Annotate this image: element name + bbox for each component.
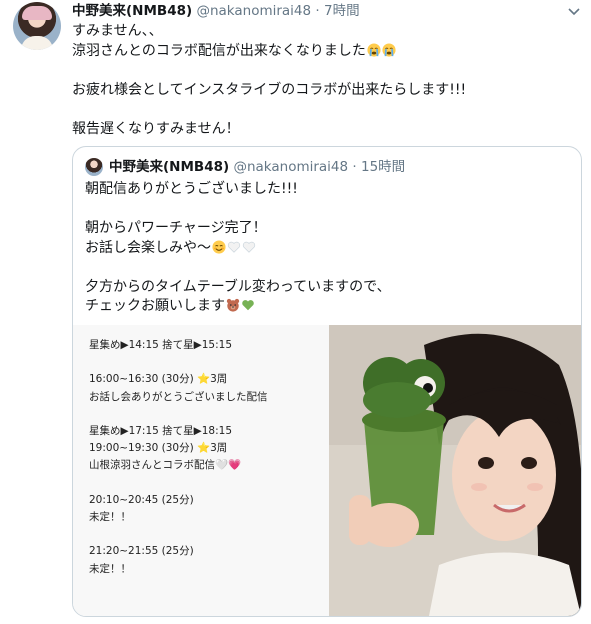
schedule-line: 21:20~21:55 (25分) xyxy=(89,545,194,558)
schedule-line xyxy=(89,526,325,543)
quoted-avatar xyxy=(85,158,103,176)
quoted-text: 朝配信ありがとうございました!!! 朝からパワーチャージ完了！ お話し会楽しみや… xyxy=(85,180,575,317)
avatar-shirt xyxy=(21,36,53,50)
quoted-line-text: お話し会楽しみや～ xyxy=(85,239,211,256)
quoted-line: お話し会楽しみや～ xyxy=(85,239,575,259)
schedule-line: お話し会ありがとうございました配信 xyxy=(89,390,268,403)
chevron-down-icon[interactable] xyxy=(566,3,582,19)
tweet-line xyxy=(72,100,572,120)
tweet-line: すみません、、 xyxy=(72,23,163,39)
loudly-crying-face-icon xyxy=(382,42,396,57)
selfie-photo-drawing xyxy=(329,325,581,616)
tweet: 中野美来(NMB48) @nakanomirai48 · 7時間 すみません、、… xyxy=(0,0,591,624)
tweet-line: 涼羽さんとのコラボ配信が出来なくなりました xyxy=(72,42,572,62)
schedule-line: 20:10~20:45 (25分) xyxy=(89,493,194,506)
tweet-line-text: 涼羽さんとのコラボ配信が出来なくなりました xyxy=(72,42,366,59)
quoted-time: 15時間 xyxy=(361,159,406,175)
green-heart-icon xyxy=(242,300,254,311)
schedule-text: 星集め▶14:15 捨て星▶15:15 16:00~16:30 (30分) ⭐3… xyxy=(89,337,325,578)
separator-dot: · xyxy=(352,159,357,175)
bear-face-icon xyxy=(226,298,240,312)
quoted-line: 朝からパワーチャージ完了！ xyxy=(85,220,267,236)
quoted-tweet[interactable]: 中野美来(NMB48) @nakanomirai48 · 15時間 朝配信ありが… xyxy=(72,146,582,617)
schedule-line xyxy=(89,354,325,371)
schedule-line: 未定！！ xyxy=(89,562,131,575)
schedule-line xyxy=(89,475,325,492)
tweet-header: 中野美来(NMB48) @nakanomirai48 · 7時間 xyxy=(72,2,360,20)
white-heart-icon xyxy=(227,241,241,253)
tweet-line xyxy=(72,61,572,81)
schedule-line: 16:00~16:30 (30分) ⭐3周 xyxy=(89,373,228,386)
schedule-line: 星集め▶17:15 捨て星▶18:15 xyxy=(89,424,233,437)
schedule-image[interactable]: 星集め▶14:15 捨て星▶15:15 16:00~16:30 (30分) ⭐3… xyxy=(73,325,329,616)
quoted-header: 中野美来(NMB48) @nakanomirai48 · 15時間 xyxy=(109,158,405,176)
schedule-line: 星集め▶14:15 捨て星▶15:15 xyxy=(89,339,233,351)
tweet-line: 報告遅くなりすみません！ xyxy=(72,120,240,137)
schedule-line: 19:00~19:30 (30分) ⭐3周 xyxy=(89,442,228,455)
smiling-face-icon xyxy=(212,239,226,254)
quoted-handle: @nakanomirai48 xyxy=(233,159,349,175)
quoted-line-text: チェックお願いします xyxy=(85,298,225,314)
schedule-line: 未定！！ xyxy=(89,510,131,523)
selfie-photo[interactable] xyxy=(329,325,581,616)
tweet-text: すみません、、 涼羽さんとのコラボ配信が出来なくなりました お疲れ様会としてイン… xyxy=(72,22,572,139)
schedule-line: 山根涼羽さんとコラボ配信🤍💗 xyxy=(89,459,242,472)
quoted-line: 夕方からのタイムテーブル変わっていますので、 xyxy=(85,278,391,295)
avatar-hat xyxy=(22,6,52,20)
white-heart-icon xyxy=(242,241,256,253)
author-name[interactable]: 中野美来(NMB48) xyxy=(72,3,192,19)
quoted-line: チェックお願いします xyxy=(85,297,575,317)
tweet-time[interactable]: 7時間 xyxy=(324,3,360,19)
schedule-line xyxy=(89,406,325,423)
quoted-line xyxy=(85,200,575,220)
author-handle[interactable]: @nakanomirai48 xyxy=(196,3,311,19)
loudly-crying-face-icon xyxy=(367,42,381,57)
separator-dot: · xyxy=(315,3,320,19)
profile-avatar[interactable] xyxy=(13,2,61,50)
tweet-line: お疲れ様会としてインスタライブのコラボが出来たらします!!! xyxy=(72,81,467,98)
quoted-author-name: 中野美来(NMB48) xyxy=(109,159,230,175)
quoted-line xyxy=(85,258,575,278)
quoted-line: 朝配信ありがとうございました!!! xyxy=(85,181,298,197)
quoted-media[interactable]: 星集め▶14:15 捨て星▶15:15 16:00~16:30 (30分) ⭐3… xyxy=(73,325,581,616)
